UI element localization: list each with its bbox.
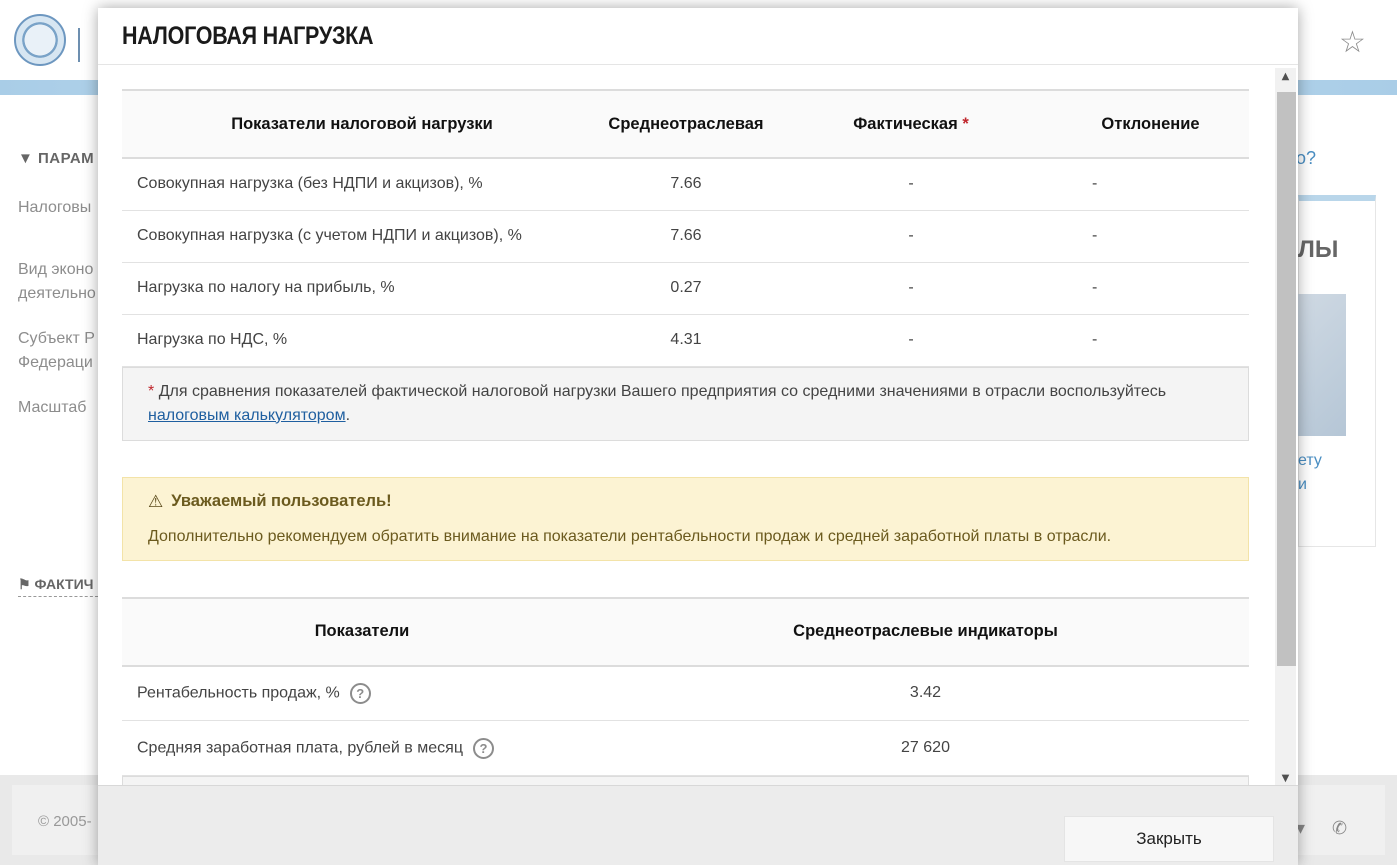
row-average: 0.27 bbox=[602, 262, 770, 315]
row-label: Совокупная нагрузка (с учетом НДПИ и акц… bbox=[122, 210, 602, 263]
row-actual: - bbox=[770, 210, 1052, 263]
row-label: Совокупная нагрузка (без НДПИ и акцизов)… bbox=[122, 158, 602, 211]
note-text: Для сравнения показателей фактической на… bbox=[158, 382, 1167, 400]
table-row: Совокупная нагрузка (без НДПИ и акцизов)… bbox=[122, 158, 1249, 211]
scrollbar-thumb[interactable] bbox=[1277, 92, 1296, 666]
row-label: Нагрузка по НДС, % bbox=[122, 314, 602, 367]
note-end: . bbox=[345, 406, 351, 424]
col-header-actual: Фактическая * bbox=[770, 89, 1052, 159]
params-section-title: ▼ ПАРАМ bbox=[18, 150, 95, 167]
table-row: Нагрузка по НДС, % 4.31 - - bbox=[122, 314, 1249, 367]
bg-field-label: Налоговы bbox=[18, 199, 92, 216]
phone-icon[interactable]: ✆ bbox=[1332, 818, 1347, 839]
modal-scrollbar[interactable]: ▲ ▼ bbox=[1275, 68, 1296, 788]
modal-title: НАЛОГОВАЯ НАГРУЗКА bbox=[122, 22, 374, 50]
col-header-indicator: Показатели налоговой нагрузки bbox=[122, 89, 602, 159]
help-icon[interactable]: ? bbox=[349, 682, 371, 704]
row-actual: - bbox=[770, 262, 1052, 315]
col-header-industry-average: Среднеотраслевые индикаторы bbox=[602, 596, 1249, 667]
table-row: Нагрузка по налогу на прибыль, % 0.27 - … bbox=[122, 262, 1249, 315]
calculator-note: * Для сравнения показателей фактической … bbox=[122, 366, 1249, 441]
fact-label: ФАКТИЧ bbox=[34, 576, 94, 592]
row-deviation: - bbox=[1052, 314, 1249, 367]
col-header-indicator: Показатели bbox=[122, 596, 602, 667]
favorite-star-icon[interactable]: ☆ bbox=[1339, 28, 1366, 58]
warning-title: ⚠ Уважаемый пользователь! bbox=[148, 492, 1223, 512]
row-average: 7.66 bbox=[602, 210, 770, 263]
bg-field-label: Субъект Р bbox=[18, 330, 95, 347]
required-marker: * bbox=[962, 114, 969, 133]
bg-side-link[interactable]: и bbox=[1298, 476, 1307, 494]
bg-field-label: Вид эконо bbox=[18, 261, 94, 278]
tax-calculator-link[interactable]: налоговым калькулятором bbox=[148, 407, 346, 424]
logo-divider bbox=[78, 28, 80, 62]
row-label: Средняя заработная плата, рублей в месяц… bbox=[122, 720, 602, 776]
bg-field-label: Федераци bbox=[18, 354, 93, 371]
fns-logo[interactable] bbox=[14, 14, 66, 66]
row-actual: - bbox=[770, 158, 1052, 211]
bg-side-title: ЛЫ bbox=[1298, 236, 1339, 263]
tax-burden-modal: НАЛОГОВАЯ НАГРУЗКА Показатели налоговой … bbox=[98, 8, 1298, 865]
bg-field-label: Масштаб bbox=[18, 399, 87, 416]
col-header-actual-label: Фактическая bbox=[853, 114, 958, 133]
modal-header: НАЛОГОВАЯ НАГРУЗКА bbox=[98, 8, 1298, 65]
note-marker: * bbox=[148, 382, 155, 400]
industry-indicators-table: Показатели Среднеотраслевые индикаторы Р… bbox=[122, 596, 1249, 776]
bg-side-image bbox=[1298, 294, 1346, 436]
warning-text: Дополнительно рекомендуем обратить внима… bbox=[148, 527, 1112, 545]
warning-icon: ⚠ bbox=[148, 491, 164, 512]
modal-footer: Закрыть bbox=[98, 785, 1298, 865]
row-deviation: - bbox=[1052, 210, 1249, 263]
row-label: Рентабельность продаж, %? bbox=[122, 665, 602, 721]
row-value: 27 620 bbox=[602, 720, 1249, 776]
params-label: ПАРАМ bbox=[38, 150, 95, 167]
next-block-stub bbox=[122, 776, 1249, 785]
copyright: © 2005- bbox=[38, 813, 92, 830]
col-header-average: Среднеотраслевая bbox=[602, 89, 770, 159]
close-button[interactable]: Закрыть bbox=[1064, 816, 1274, 862]
row-average: 4.31 bbox=[602, 314, 770, 367]
table-row: Рентабельность продаж, %? 3.42 bbox=[122, 665, 1249, 721]
bg-side-link[interactable]: ету bbox=[1298, 452, 1322, 470]
row-average: 7.66 bbox=[602, 158, 770, 211]
modal-body[interactable]: Показатели налоговой нагрузки Среднеотра… bbox=[98, 65, 1298, 785]
table-row: Средняя заработная плата, рублей в месяц… bbox=[122, 720, 1249, 776]
fact-section-title[interactable]: ⚑ ФАКТИЧ bbox=[18, 576, 98, 597]
row-label: Нагрузка по налогу на прибыль, % bbox=[122, 262, 602, 315]
scroll-up-arrow-icon[interactable]: ▲ bbox=[1275, 68, 1296, 86]
row-label-text: Средняя заработная плата, рублей в месяц bbox=[137, 739, 463, 757]
bg-field-label: деятельно bbox=[18, 285, 96, 302]
warning-alert: ⚠ Уважаемый пользователь! Дополнительно … bbox=[122, 476, 1249, 561]
col-header-deviation: Отклонение bbox=[1052, 89, 1249, 159]
help-icon[interactable]: ? bbox=[472, 737, 494, 759]
warning-title-text: Уважаемый пользователь! bbox=[171, 492, 392, 510]
row-actual: - bbox=[770, 314, 1052, 367]
row-value: 3.42 bbox=[602, 665, 1249, 721]
row-deviation: - bbox=[1052, 158, 1249, 211]
table-row: Совокупная нагрузка (с учетом НДПИ и акц… bbox=[122, 210, 1249, 263]
row-label-text: Рентабельность продаж, % bbox=[137, 684, 340, 702]
tax-burden-table: Показатели налоговой нагрузки Среднеотра… bbox=[122, 89, 1249, 367]
row-deviation: - bbox=[1052, 262, 1249, 315]
bg-help-link[interactable]: о? bbox=[1296, 148, 1316, 169]
